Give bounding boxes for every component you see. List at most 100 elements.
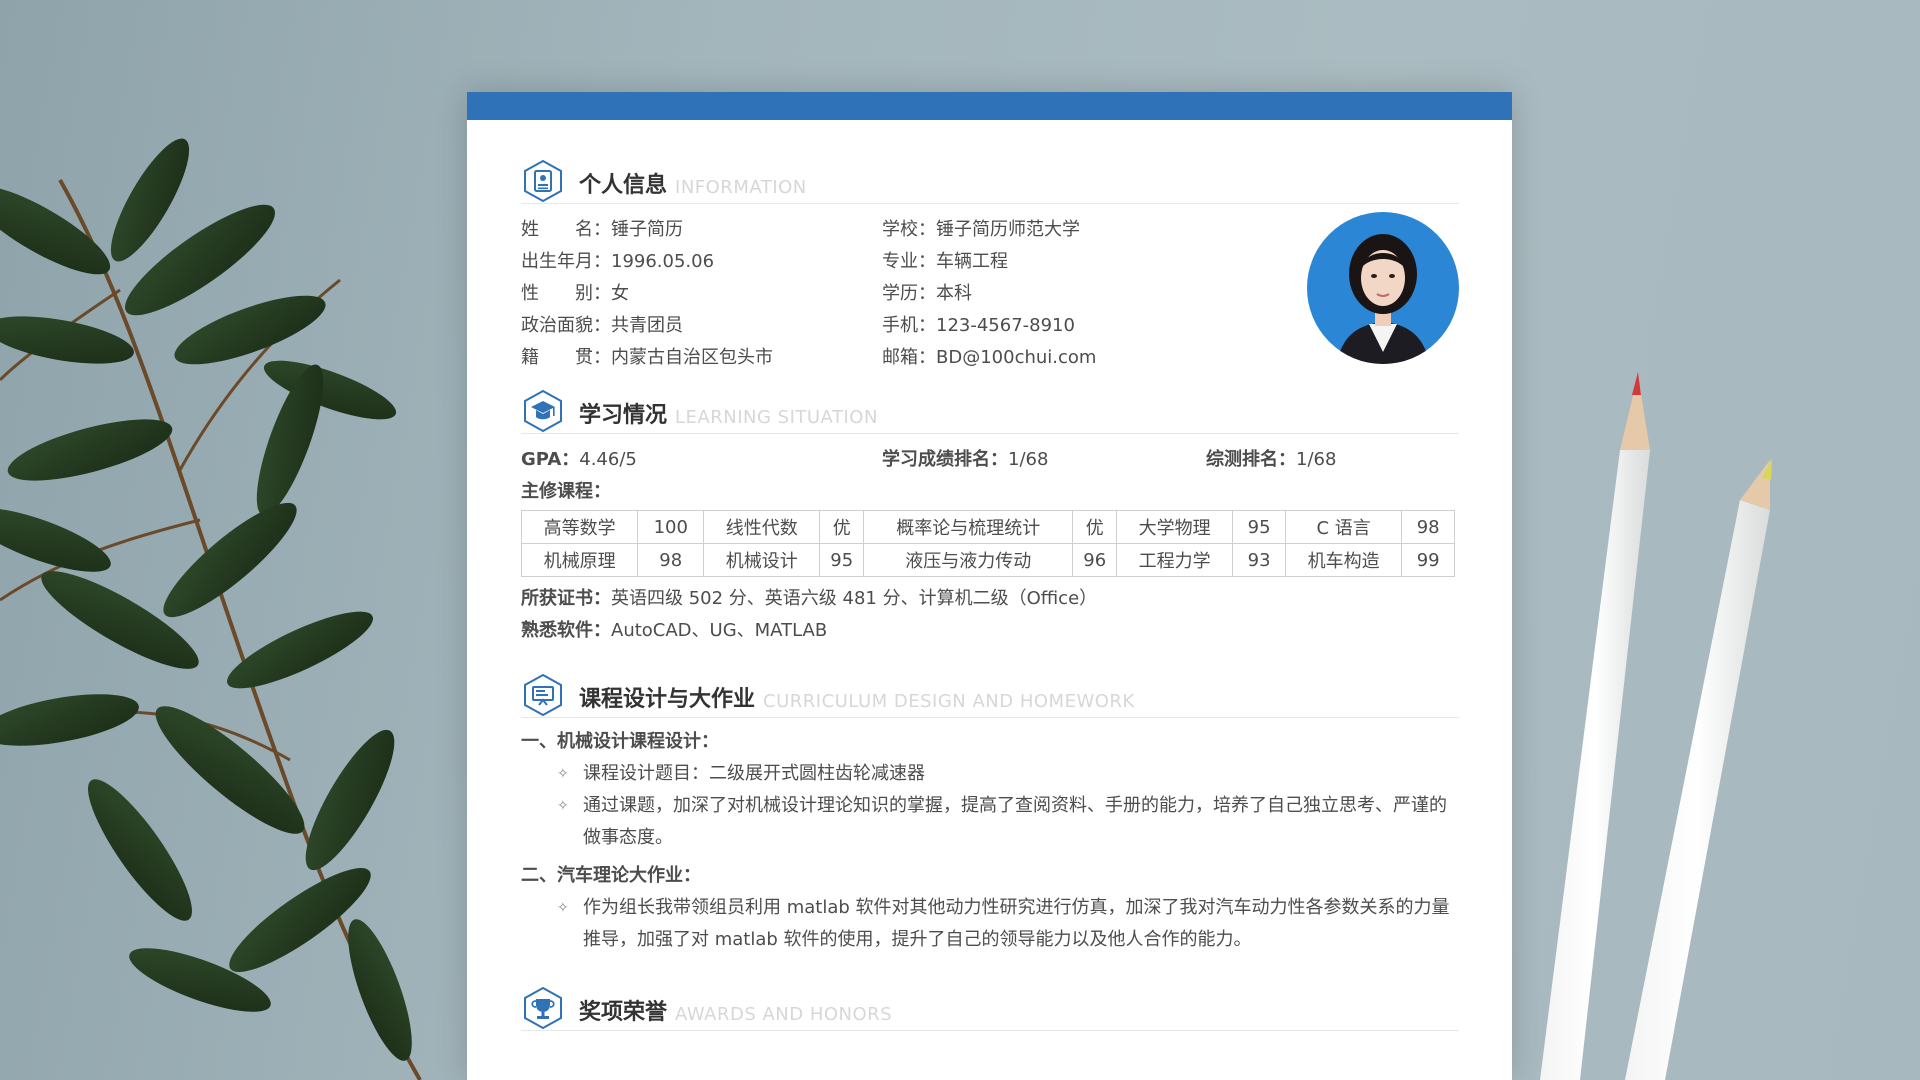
certificates-value: 英语四级 502 分、英语六级 481 分、计算机二级（Office） — [611, 588, 1098, 609]
software-value: AutoCAD、UG、MATLAB — [611, 620, 828, 641]
course-name: 线性代数 — [703, 510, 821, 544]
list-item: ✧ 作为组长我带领组员利用 matlab 软件对其他动力性研究进行仿真，加深了我对… — [521, 892, 1459, 956]
info-value: 车辆工程 — [936, 251, 1008, 272]
info-label: 邮箱： — [882, 347, 936, 368]
info-row-school: 学校：锤子简历师范大学 — [882, 214, 1096, 246]
study-block: GPA：4.46/5 学习成绩排名：1/68 综测排名：1/68 主修课程： 高… — [520, 444, 1459, 647]
section-title: 个人信息 — [579, 173, 668, 198]
info-row-name: 姓 名：锤子简历 — [521, 214, 773, 246]
course-score: 98 — [1401, 510, 1455, 544]
personal-info-mid: 学校：锤子简历师范大学 专业：车辆工程 学历：本科 手机：123-4567-89… — [882, 214, 1096, 374]
courses-table: 高等数学 100 线性代数 优 概率论与梳理统计 优 大学物理 95 C 语言 … — [520, 510, 1455, 577]
resume-top-bar — [467, 92, 1512, 120]
gpa-value: 4.46/5 — [579, 449, 637, 470]
rank: 学习成绩排名：1/68 — [882, 444, 1048, 476]
software-label: 熟悉软件： — [521, 620, 611, 641]
resume-content: 个人信息 INFORMATION 姓 名：锤子简历 出生年月：1996.05.0… — [520, 159, 1459, 1031]
avatar — [1307, 212, 1459, 364]
course-item-title: 一、机械设计课程设计： — [521, 731, 719, 752]
section-en-title: INFORMATION — [675, 177, 807, 198]
resume-paper: 个人信息 INFORMATION 姓 名：锤子简历 出生年月：1996.05.0… — [467, 92, 1512, 1080]
list-item-text: 课程设计题目：二级展开式圆柱齿轮减速器 — [583, 763, 925, 784]
course-score: 99 — [1401, 543, 1455, 577]
course-name: 机械设计 — [703, 543, 821, 577]
course-name: 液压与液力传动 — [862, 543, 1074, 577]
certificates-label: 所获证书： — [521, 588, 611, 609]
course-name: C 语言 — [1284, 510, 1403, 544]
info-label: 姓 名： — [521, 219, 611, 240]
info-row-phone: 手机：123-4567-8910 — [882, 310, 1096, 342]
list-item: ✧ 课程设计题目：二级展开式圆柱齿轮减速器 — [521, 758, 1459, 790]
list-item-text: 作为组长我带领组员利用 matlab 软件对其他动力性研究进行仿真，加深了我对汽… — [583, 897, 1450, 950]
info-row-birth: 出生年月：1996.05.06 — [521, 246, 773, 278]
info-row-gender: 性 别：女 — [521, 278, 773, 310]
info-value: 内蒙古自治区包头市 — [611, 347, 773, 368]
info-row-major: 专业：车辆工程 — [882, 246, 1096, 278]
course-name: 机车构造 — [1284, 543, 1403, 577]
info-value: 女 — [611, 283, 629, 304]
info-label: 籍 贯： — [521, 347, 611, 368]
info-label: 出生年月： — [521, 251, 611, 272]
course-design-block: 一、机械设计课程设计： ✧ 课程设计题目：二级展开式圆柱齿轮减速器 ✧ 通过课题，加… — [521, 726, 1459, 956]
rank-label: 学习成绩排名： — [882, 449, 1008, 470]
rank-value: 1/68 — [1008, 449, 1049, 470]
graduation-cap-icon — [524, 389, 562, 433]
presentation-board-icon — [524, 673, 562, 717]
info-label: 学校： — [882, 219, 936, 240]
info-label: 性 别： — [521, 283, 611, 304]
id-card-icon — [524, 159, 562, 203]
course-name: 大学物理 — [1115, 510, 1234, 544]
info-row-email: 邮箱：BD@100chui.com — [882, 342, 1096, 374]
info-value: 123-4567-8910 — [936, 315, 1075, 336]
plant-illustration — [0, 138, 422, 1080]
section-header-study: 学习情况 LEARNING SITUATION — [521, 389, 1459, 434]
list-item-text: 通过课题，加深了对机械设计理论知识的掌握，提高了查阅资料、手册的能力，培养了自己… — [583, 795, 1447, 848]
certificates: 所获证书：英语四级 502 分、英语六级 481 分、计算机二级（Office） — [521, 583, 1459, 615]
diamond-bullet-icon: ✧ — [557, 900, 569, 916]
gpa-label: GPA： — [521, 449, 580, 470]
overall-rank-value: 1/68 — [1296, 449, 1337, 470]
trophy-icon — [524, 986, 562, 1030]
list-item: ✧ 通过课题，加深了对机械设计理论知识的掌握，提高了查阅资料、手册的能力，培养了自… — [521, 790, 1459, 854]
software: 熟悉软件：AutoCAD、UG、MATLAB — [521, 615, 1459, 647]
info-value: 1996.05.06 — [611, 251, 715, 272]
course-score: 96 — [1072, 543, 1117, 577]
section-title: 课程设计与大作业 — [579, 687, 756, 712]
overall-rank-label: 综测排名： — [1206, 449, 1296, 470]
section-en-title: CURRICULUM DESIGN AND HOMEWORK — [763, 691, 1135, 712]
course-score: 优 — [819, 510, 864, 544]
info-value: 共青团员 — [611, 315, 683, 336]
diamond-bullet-icon: ✧ — [557, 798, 569, 814]
info-row-hometown: 籍 贯：内蒙古自治区包头市 — [521, 342, 773, 374]
personal-info: 姓 名：锤子简历 出生年月：1996.05.06 性 别：女 政治面貌：共青团员… — [521, 212, 1459, 389]
section-header-info: 个人信息 INFORMATION — [521, 159, 1459, 204]
course-score: 95 — [819, 543, 864, 577]
course-score: 95 — [1232, 510, 1286, 544]
section-en-title: AWARDS AND HONORS — [675, 1004, 893, 1025]
info-label: 专业： — [882, 251, 936, 272]
course-name: 机械原理 — [520, 543, 639, 577]
course-item-title: 二、汽车理论大作业： — [521, 865, 701, 886]
pencil-illustration — [1540, 372, 1772, 1080]
course-score: 98 — [637, 543, 705, 577]
section-header-awards: 奖项荣誉 AWARDS AND HONORS — [521, 986, 1459, 1031]
courses-label: 主修课程： — [521, 481, 611, 502]
course-name: 工程力学 — [1115, 543, 1234, 577]
section-title: 学习情况 — [579, 403, 668, 428]
personal-info-left: 姓 名：锤子简历 出生年月：1996.05.06 性 别：女 政治面貌：共青团员… — [521, 214, 773, 374]
section-en-title: LEARNING SITUATION — [675, 407, 878, 428]
info-row-politics: 政治面貌：共青团员 — [521, 310, 773, 342]
info-value: BD@100chui.com — [936, 347, 1097, 368]
info-value: 本科 — [936, 283, 972, 304]
course-score: 优 — [1072, 510, 1117, 544]
info-value: 锤子简历师范大学 — [936, 219, 1080, 240]
course-name: 高等数学 — [520, 510, 639, 544]
info-row-degree: 学历：本科 — [882, 278, 1096, 310]
section-header-course: 课程设计与大作业 CURRICULUM DESIGN AND HOMEWORK — [521, 673, 1459, 718]
gpa: GPA：4.46/5 — [521, 444, 637, 476]
overall-rank: 综测排名：1/68 — [1206, 444, 1336, 476]
course-score: 100 — [637, 510, 705, 544]
info-label: 学历： — [882, 283, 936, 304]
study-scores: GPA：4.46/5 学习成绩排名：1/68 综测排名：1/68 — [521, 444, 1459, 476]
table-row: 机械原理 98 机械设计 95 液压与液力传动 96 工程力学 93 机车构造 … — [520, 543, 1455, 577]
